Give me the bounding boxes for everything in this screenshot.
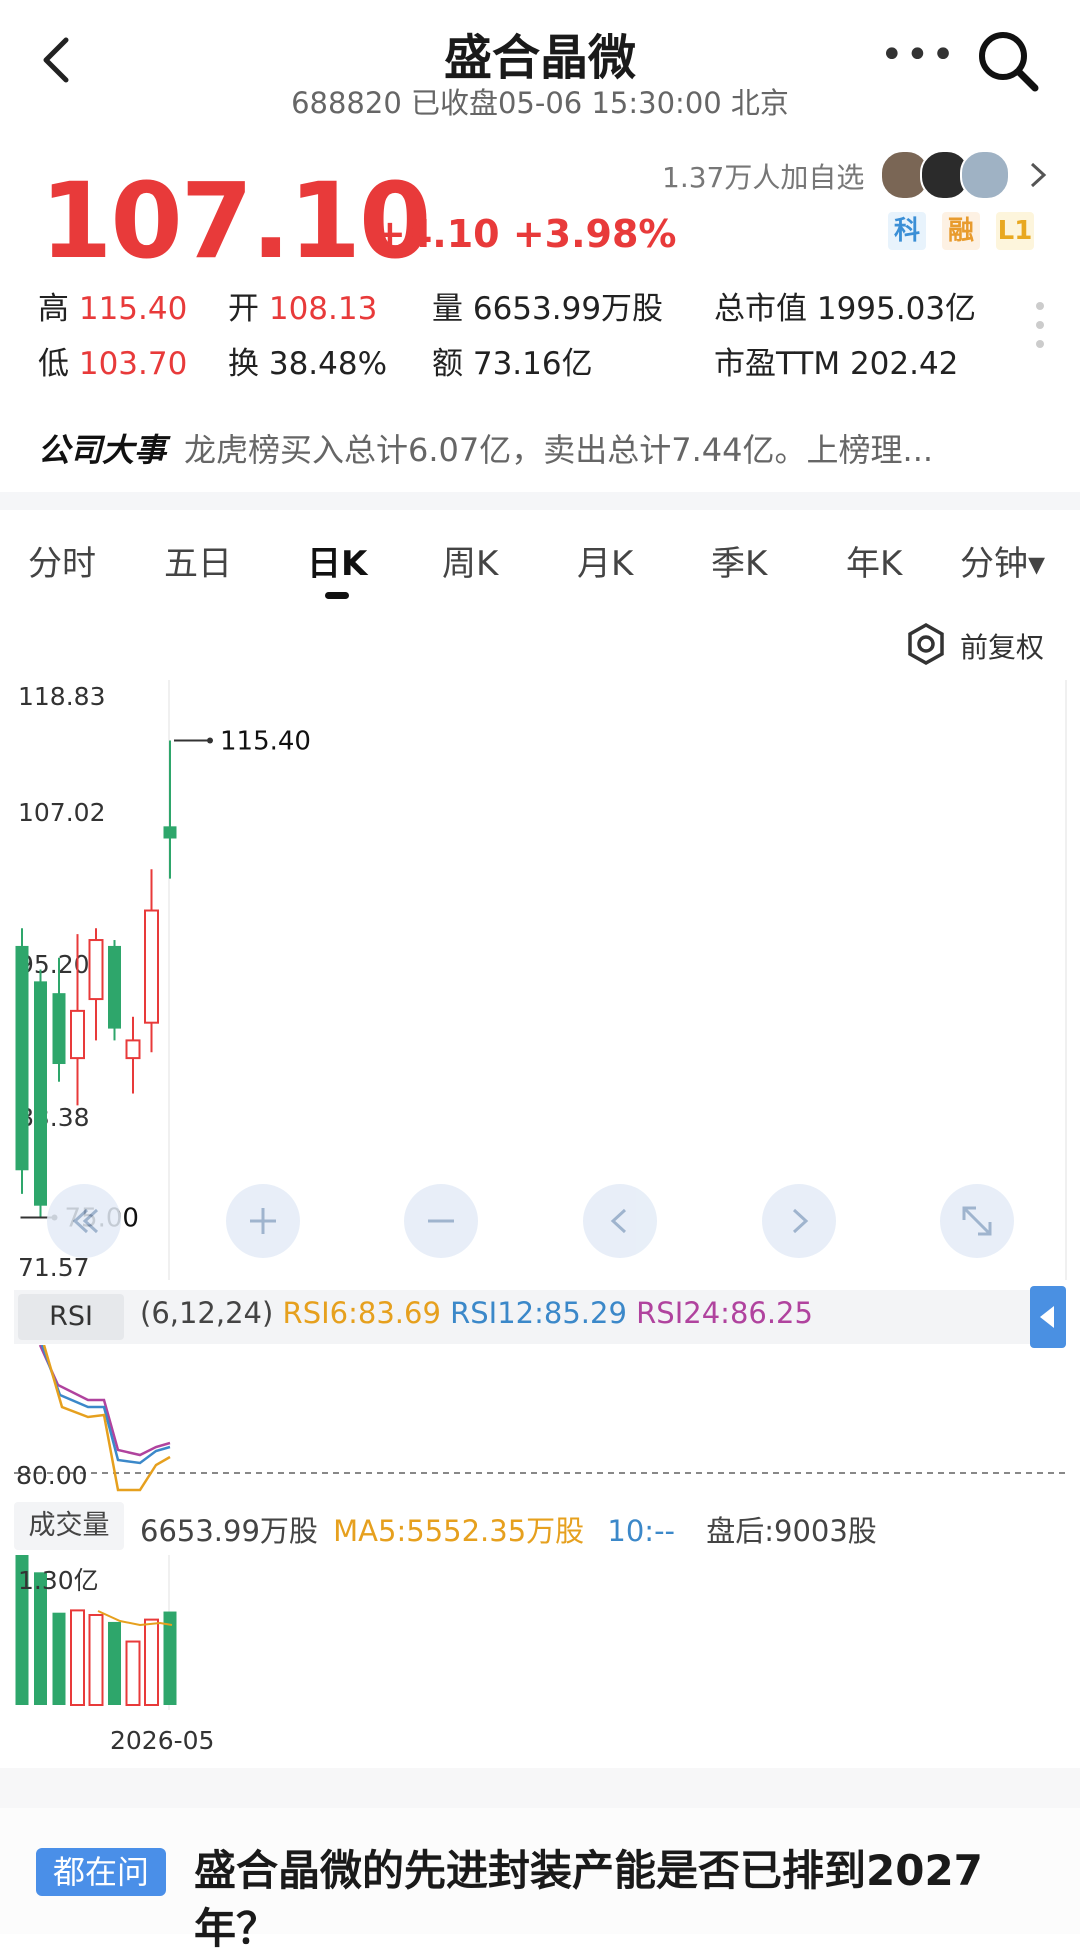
watch-count[interactable]: 1.37万人加自选 bbox=[662, 156, 864, 196]
volume-bar bbox=[125, 1640, 141, 1706]
tab-five-day[interactable]: 五日 bbox=[164, 536, 232, 585]
scroll-right-button[interactable] bbox=[762, 1184, 836, 1258]
divider bbox=[0, 1768, 1080, 1808]
zoom-in-icon bbox=[250, 1208, 276, 1234]
tab-monthly-k[interactable]: 月K bbox=[577, 536, 633, 585]
stat-amount: 额 73.16亿 bbox=[432, 346, 593, 382]
volume-values: 6653.99万股 MA5:5552.35万股 10:-- 盘后:9003股 bbox=[140, 1514, 877, 1548]
badge-level1: L1 bbox=[996, 212, 1034, 250]
triangle-left-icon bbox=[1040, 1306, 1054, 1328]
chevron-right-icon[interactable] bbox=[1028, 160, 1048, 190]
volume-indicator-selector[interactable]: 成交量 bbox=[14, 1502, 124, 1550]
rsi-indicator-selector[interactable]: RSI bbox=[18, 1294, 124, 1340]
stat-volume: 量 6653.99万股 bbox=[432, 291, 664, 327]
high-marker-label: 115.40 bbox=[220, 726, 311, 756]
stat-open: 开 108.13 bbox=[228, 291, 378, 327]
avatar bbox=[960, 150, 1010, 200]
volume-bar bbox=[108, 1621, 121, 1705]
settings-icon[interactable] bbox=[904, 622, 948, 666]
tab-daily-k[interactable]: 日K bbox=[307, 536, 367, 585]
collapse-panel-button[interactable] bbox=[1030, 1286, 1066, 1348]
candlestick-chart[interactable]: 115.40 75.00 bbox=[0, 680, 1080, 1280]
watcher-avatars[interactable] bbox=[880, 150, 1010, 200]
candle-body bbox=[34, 981, 47, 1206]
candle-body bbox=[70, 1009, 85, 1060]
more-icon[interactable]: ••• bbox=[880, 35, 957, 75]
stat-pe: 市盈TTM 202.42 bbox=[714, 346, 959, 382]
fullscreen-button[interactable] bbox=[940, 1184, 1014, 1258]
candle-body bbox=[144, 909, 159, 1024]
volume-max-label: 1.30亿 bbox=[18, 1566, 99, 1595]
badge-star-market: 科 bbox=[888, 212, 926, 250]
search-icon[interactable] bbox=[975, 28, 1041, 94]
stat-high: 高 115.40 bbox=[38, 291, 188, 327]
candle-body bbox=[108, 945, 121, 1029]
rsi-ref-label: 80.00 bbox=[16, 1461, 88, 1490]
zoom-out-icon bbox=[428, 1219, 454, 1223]
tab-weekly-k[interactable]: 周K bbox=[442, 536, 498, 585]
volume-bar bbox=[144, 1618, 159, 1706]
scroll-left-fast-button[interactable] bbox=[47, 1184, 121, 1258]
zoom-out-button[interactable] bbox=[404, 1184, 478, 1258]
adjust-toggle[interactable]: 前复权 bbox=[960, 626, 1044, 666]
rsi-values: (6,12,24) RSI6:83.69 RSI12:85.29 RSI24:8… bbox=[140, 1296, 813, 1330]
x-axis-label: 2026-05 bbox=[110, 1726, 215, 1755]
tab-yearly-k[interactable]: 年K bbox=[846, 536, 902, 585]
candle-body bbox=[125, 1039, 141, 1060]
divider bbox=[0, 492, 1080, 510]
stat-turnover: 换 38.48% bbox=[228, 346, 388, 382]
volume-bar bbox=[88, 1614, 104, 1706]
candle-body bbox=[15, 945, 29, 1171]
question-tag: 都在问 bbox=[36, 1848, 166, 1896]
scroll-left-button[interactable] bbox=[583, 1184, 657, 1258]
candle-body bbox=[52, 993, 66, 1065]
price-change: +4.10 +3.98% bbox=[374, 212, 677, 256]
zoom-in-button[interactable] bbox=[226, 1184, 300, 1258]
stat-low: 低 103.70 bbox=[38, 346, 188, 382]
tab-intraday[interactable]: 分时 bbox=[28, 536, 96, 585]
left-icon bbox=[610, 1208, 627, 1234]
candle-body bbox=[88, 939, 104, 1001]
double-left-icon bbox=[72, 1208, 99, 1234]
last-price: 107.10 bbox=[40, 160, 431, 282]
market-status: 688820 已收盘05-06 15:30:00 北京 bbox=[291, 86, 789, 120]
volume-bar bbox=[52, 1612, 66, 1705]
tab-quarterly-k[interactable]: 季K bbox=[711, 536, 767, 585]
more-stats-icon[interactable] bbox=[1035, 300, 1045, 350]
stat-mcap: 总市值 1995.03亿 bbox=[714, 291, 977, 327]
tab-minute[interactable]: 分钟▾ bbox=[960, 536, 1045, 585]
badge-margin: 融 bbox=[942, 212, 980, 250]
question-text[interactable]: 盛合晶微的先进封装产能是否已排到2027年？ bbox=[194, 1842, 1014, 1958]
candle-body bbox=[163, 826, 177, 839]
volume-chart bbox=[15, 1555, 177, 1710]
active-tab-indicator bbox=[325, 592, 349, 599]
company-event[interactable]: 公司大事 龙虎榜买入总计6.07亿，卖出总计7.44亿。上榜理... bbox=[38, 425, 933, 471]
volume-bar bbox=[70, 1609, 85, 1707]
right-icon bbox=[792, 1208, 809, 1234]
expand-icon bbox=[962, 1206, 992, 1236]
rsi-chart bbox=[14, 1345, 1066, 1492]
